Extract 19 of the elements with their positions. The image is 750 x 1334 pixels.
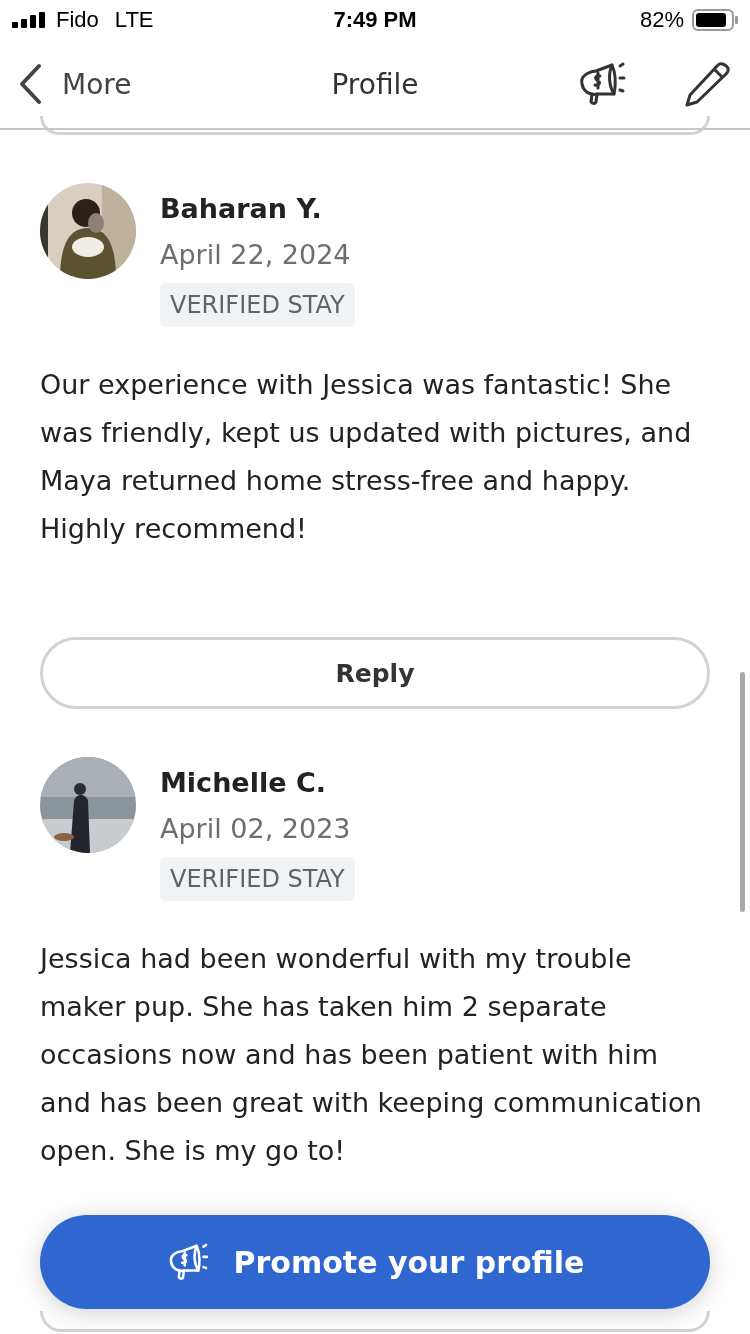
signal-icon <box>12 12 48 28</box>
battery-icon <box>692 9 738 31</box>
review-date: April 22, 2024 <box>160 238 351 272</box>
screen-title: Profile <box>330 67 420 101</box>
review-text: Our experience with Jessica was fantastic! She was friendly, kept us updated with pictures, and Maya returned home stress-free and happy. Highly recommend! <box>40 368 693 546</box>
reply-button[interactable]: Reply <box>40 637 710 709</box>
chevron-left-icon <box>18 63 42 105</box>
review-text: Jessica had been wonderful with my trouble maker pup. She has taken him 2 separate occasions now and has been patient with him and has been great with keeping communication open. She is my go to! <box>40 942 703 1168</box>
battery-percent: 82% <box>639 7 684 33</box>
back-button[interactable]: More <box>18 63 132 105</box>
reviewer-name: Michelle C. <box>160 766 326 800</box>
clock: 7:49 PM <box>333 7 417 33</box>
review-date: April 02, 2023 <box>160 812 351 846</box>
verified-badge: VERIFIED STAY <box>160 857 355 901</box>
verified-badge: VERIFIED STAY <box>160 283 355 327</box>
carrier-name: Fido <box>56 7 99 33</box>
network-type: LTE <box>114 7 154 33</box>
promote-button[interactable]: Promote your profile <box>40 1215 710 1309</box>
reviewer-name: Baharan Y. <box>160 192 322 226</box>
